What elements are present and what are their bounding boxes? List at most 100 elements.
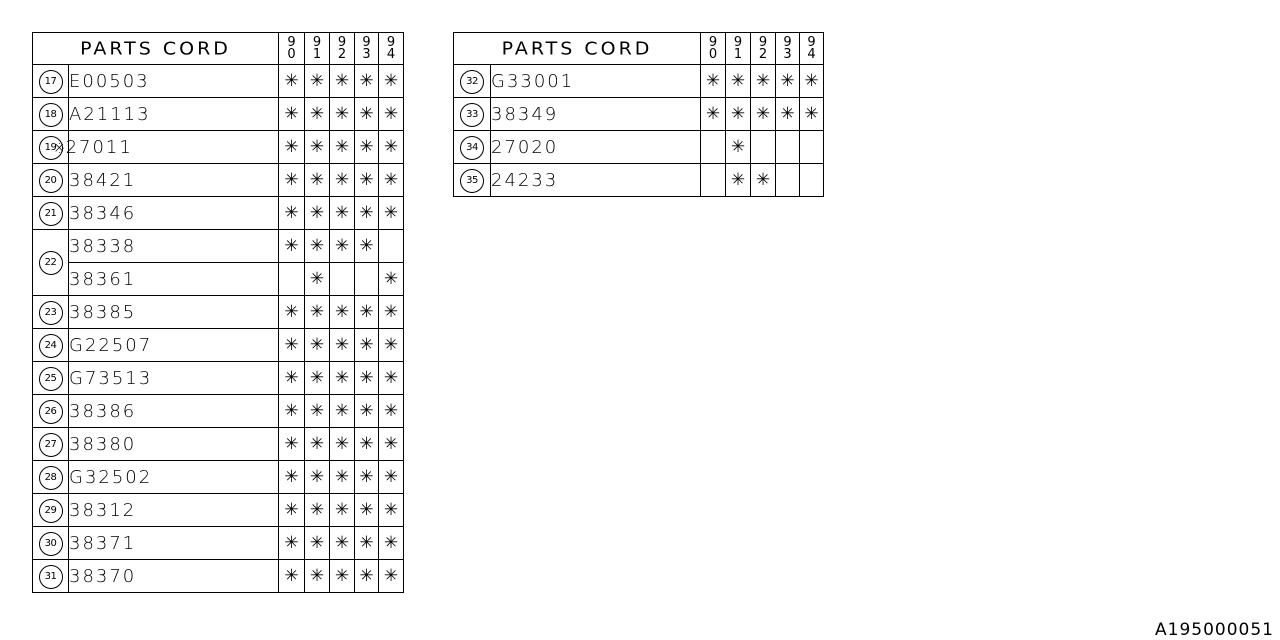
empty-year-cell	[775, 130, 801, 164]
part-code-cell: 38346	[67, 196, 280, 230]
applicable-mark: ✳	[278, 460, 306, 494]
part-code-cell: 38371	[67, 526, 280, 560]
year-digit: 1	[312, 46, 322, 62]
part-code: 38349	[491, 103, 559, 125]
applicable-mark: ✳	[354, 97, 380, 131]
applicable-mark: ✳	[304, 526, 331, 560]
applicable-mark: ✳	[304, 427, 331, 461]
applicable-mark: ✳	[304, 262, 331, 296]
year-column-header: 93	[775, 32, 801, 65]
applicable-mark: ✳	[278, 295, 306, 329]
part-code-cell: 38385	[67, 295, 280, 329]
part-code: 38361	[69, 268, 137, 290]
part-code: 27011	[65, 136, 133, 158]
part-code: A21113	[69, 103, 151, 125]
applicable-mark: ✳	[304, 97, 331, 131]
part-code-cell: G32502	[67, 460, 280, 494]
ref-number-cell: 34	[453, 130, 491, 164]
applicable-mark: ✳	[378, 460, 405, 494]
circled-ref-number: 24	[38, 333, 63, 358]
applicable-mark: ✳	[700, 97, 727, 131]
table-row: 33 38349 ✳ ✳ ✳ ✳ ✳	[453, 97, 825, 131]
part-code-cell: A21113	[67, 97, 280, 131]
circled-ref-number: 28	[38, 465, 63, 490]
applicable-mark: ✳	[775, 97, 801, 131]
applicable-mark: ✳	[329, 394, 356, 428]
applicable-mark: ✳	[378, 97, 405, 131]
applicable-mark: ✳	[354, 460, 380, 494]
diagram-id: A195000051	[1155, 620, 1274, 640]
part-code: 24233	[491, 169, 559, 191]
circled-ref-number: 27	[38, 432, 63, 457]
part-code-cell: ※27011	[53, 130, 280, 164]
year-column-header: 91	[304, 32, 331, 65]
applicable-mark: ✳	[725, 163, 752, 197]
part-code: 38380	[69, 433, 137, 455]
year-digit: 1	[733, 46, 743, 62]
part-code: 38346	[69, 202, 137, 224]
empty-year-cell	[329, 262, 356, 296]
circled-ref-number: 31	[38, 564, 63, 589]
applicable-mark: ✳	[329, 493, 356, 527]
applicable-mark: ✳	[304, 559, 331, 593]
applicable-mark: ✳	[329, 460, 356, 494]
applicable-mark: ✳	[278, 196, 306, 230]
table-row: 29 38312 ✳ ✳ ✳ ✳ ✳	[32, 493, 405, 527]
applicable-mark: ✳	[354, 196, 380, 230]
year-column-header: 94	[378, 32, 405, 65]
table-row: 26 38386 ✳ ✳ ✳ ✳ ✳	[32, 394, 405, 428]
applicable-mark: ✳	[278, 328, 306, 362]
circled-ref-number: 26	[38, 399, 63, 424]
parts-cord-heading: PARTS CORD	[452, 32, 702, 65]
applicable-mark: ✳	[378, 328, 405, 362]
applicable-mark: ✳	[329, 526, 356, 560]
part-code: 38370	[69, 565, 137, 587]
circled-ref-number: 22	[38, 251, 63, 275]
circled-ref-number: 29	[38, 498, 63, 523]
empty-year-cell	[700, 130, 727, 164]
parts-cord-heading: PARTS CORD	[31, 32, 280, 65]
part-code: G73513	[69, 367, 153, 389]
year-digit: 3	[362, 46, 371, 62]
applicable-mark: ✳	[278, 559, 306, 593]
part-code: 38421	[69, 169, 137, 191]
part-code-cell: 38386	[67, 394, 280, 428]
applicable-mark: ✳	[378, 262, 405, 296]
applicable-mark: ✳	[278, 526, 306, 560]
circled-ref-number: 21	[38, 201, 63, 226]
applicable-mark: ✳	[329, 64, 356, 98]
applicable-mark: ✳	[354, 130, 380, 164]
applicable-mark: ✳	[329, 229, 356, 263]
header-row: PARTS CORD 9 0 9 1 9 2 9 3 9 4	[31, 32, 405, 65]
circled-ref-number: 30	[38, 531, 63, 556]
applicable-mark: ✳	[354, 163, 380, 197]
table-row: 18 A21113 ✳ ✳ ✳ ✳ ✳	[32, 97, 405, 131]
applicable-mark: ✳	[725, 64, 752, 98]
applicable-mark: ✳	[750, 64, 777, 98]
circled-ref-number: 17	[38, 69, 63, 94]
applicable-mark: ✳	[354, 493, 380, 527]
applicable-mark: ✳	[278, 229, 306, 263]
ref-number-cell: 29	[32, 493, 69, 527]
applicable-mark: ✳	[304, 361, 331, 395]
year-digit: 4	[807, 46, 816, 62]
year-digit: 2	[758, 46, 768, 62]
table-row: 38361 ✳ ✳	[33, 262, 405, 296]
applicable-mark: ✳	[354, 526, 380, 560]
part-code-cell: 27020	[489, 130, 702, 164]
applicable-mark: ✳	[378, 163, 405, 197]
parts-table-left: PARTS CORD 9 0 9 1 9 2 9 3 9 4 17 E00503 ✳ ✳ ✳ ✳ ✳ 18 A2111…	[31, 32, 405, 593]
applicable-mark: ✳	[329, 163, 356, 197]
applicable-mark: ✳	[378, 559, 405, 593]
table-row: 32 G33001 ✳ ✳ ✳ ✳ ✳	[453, 64, 825, 98]
applicable-mark: ✳	[354, 394, 380, 428]
applicable-mark: ✳	[354, 427, 380, 461]
year-column-header: 92	[750, 32, 777, 65]
ref-number-cell: 20	[32, 163, 69, 197]
applicable-mark: ✳	[278, 64, 306, 98]
part-code-cell: 38338	[67, 229, 280, 263]
part-code-cell: 38361	[67, 262, 280, 296]
circled-ref-number: 25	[38, 366, 63, 391]
applicable-mark: ✳	[304, 394, 331, 428]
applicable-mark: ✳	[354, 64, 380, 98]
